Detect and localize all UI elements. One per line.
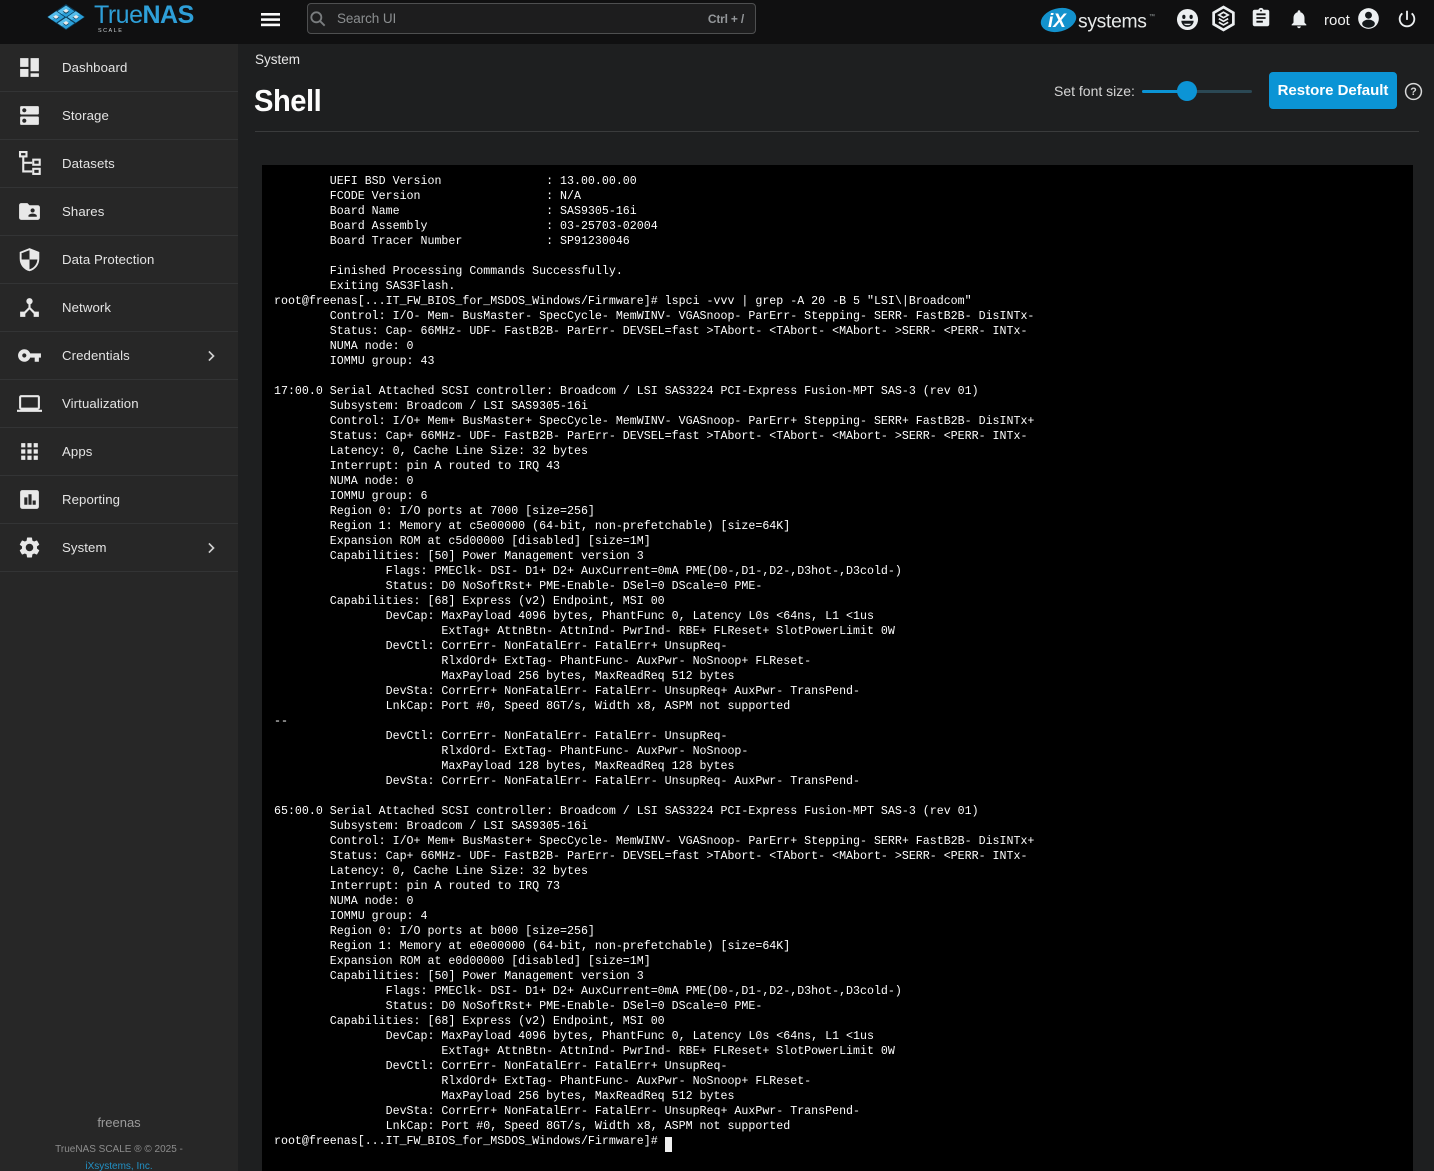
svg-text:?: ? xyxy=(1410,86,1417,98)
svg-text:iX: iX xyxy=(1048,11,1067,32)
svg-text:systems: systems xyxy=(1078,12,1147,33)
svg-text:™: ™ xyxy=(1149,13,1155,20)
